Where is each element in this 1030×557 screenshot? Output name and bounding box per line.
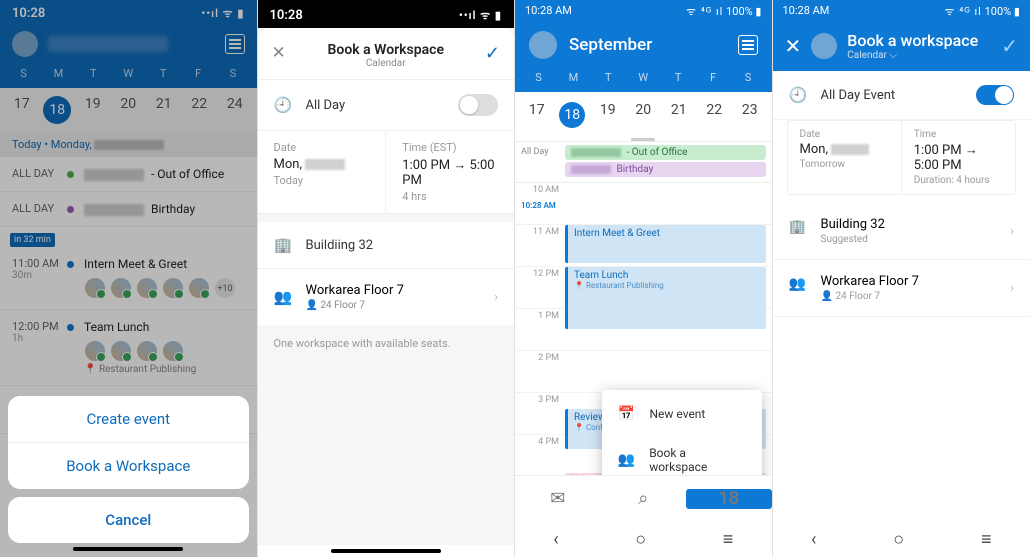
people-icon: 👥 (274, 288, 292, 306)
sheet-header: ✕ Book a Workspace Calendar ✓ (258, 28, 515, 80)
sheet-title: Book a Workspace (258, 42, 515, 58)
create-event-button[interactable]: Create event (8, 396, 249, 443)
date-time-row[interactable]: Date Mon, Tomorrow Time 1:00 PM → 5:00 P… (787, 120, 1017, 195)
sheet-subtitle: Calendar (258, 58, 515, 69)
people-icon: 👥 (618, 452, 638, 468)
cancel-button[interactable]: Cancel (8, 497, 249, 543)
chevron-right-icon: › (1010, 224, 1014, 239)
event-block[interactable]: Team Lunch📍 Restaurant Publishing (565, 267, 766, 329)
allday-event[interactable]: Birthday (565, 162, 766, 177)
weekday-row: SMTWTFS (515, 67, 772, 92)
allday-event[interactable]: - Out of Office (565, 145, 766, 160)
confirm-icon[interactable]: ✓ (485, 43, 500, 64)
day-view[interactable]: All Day - Out of Office Birthday 10:28 A… (515, 141, 772, 475)
building-icon: 🏢 (274, 236, 292, 254)
chevron-right-icon: › (1010, 281, 1014, 296)
all-day-row[interactable]: 🕘 All Day Event (773, 71, 1030, 120)
home-button[interactable]: ○ (635, 529, 646, 550)
building-icon: 🏢 (789, 219, 807, 235)
clock-icon: 🕘 (789, 86, 807, 104)
phone-ios-calendar: 10:28 ••ıl ᯤ ▮ SMTWTFS 17181920212224 To… (0, 0, 258, 557)
home-indicator[interactable] (331, 549, 441, 553)
date-selected: 18 (559, 102, 585, 128)
system-nav: ‹ ○ ≡ (773, 521, 1030, 557)
new-event-popup: 📅New event 👥Book a workspace (602, 390, 762, 475)
clock-icon: 🕘 (274, 96, 292, 114)
building-row[interactable]: 🏢 Building 32Suggested › (773, 203, 1030, 260)
system-nav: ‹ ○ ≡ (515, 521, 772, 557)
app-bar: ✕ Book a workspace Calendar ⌵ ✓ (773, 23, 1030, 71)
close-icon[interactable]: ✕ (785, 34, 802, 58)
title: Book a workspace (847, 31, 978, 50)
bottom-nav: ✉ ⌕ 18 (515, 475, 772, 521)
subtitle[interactable]: Calendar ⌵ (847, 50, 978, 61)
phone-android-calendar: 10:28 AM ᯤ ⁴ᴳ ıl 100% ▮ September SMTWTF… (515, 0, 773, 557)
new-event-button[interactable]: 📅New event (602, 394, 762, 434)
mail-tab[interactable]: ✉ (515, 476, 601, 521)
avatar[interactable] (529, 31, 557, 59)
avatar[interactable] (811, 33, 837, 59)
confirm-icon[interactable]: ✓ (1001, 34, 1018, 58)
phone-ios-book-workspace: 10:28••ıl ᯤ ▮ ✕ Book a Workspace Calenda… (258, 0, 516, 557)
status-bar: 10:28 AM ᯤ ⁴ᴳ ıl 100% ▮ (515, 0, 772, 23)
book-workspace-button[interactable]: 👥Book a workspace (602, 434, 762, 475)
all-day-toggle[interactable] (976, 85, 1014, 105)
workarea-row[interactable]: 👥 Workarea Floor 7 👤 24 Floor 7 › (258, 269, 515, 325)
now-indicator: 10:28 AM (521, 201, 556, 210)
all-day-row[interactable]: 🕘 All Day (258, 80, 515, 131)
building-row[interactable]: 🏢 Buildiing 32 (258, 222, 515, 269)
workarea-row[interactable]: 👥 Workarea Floor 7👤 24 Floor 7 › (773, 260, 1030, 317)
home-indicator[interactable] (73, 547, 183, 551)
date-row[interactable]: 17181920212223 (515, 92, 772, 134)
status-bar: 10:28 AM ᯤ ⁴ᴳ ıl 100% ▮ (773, 0, 1030, 23)
recents-button[interactable]: ≡ (981, 529, 992, 550)
agenda-icon[interactable] (738, 35, 758, 55)
all-day-toggle[interactable] (458, 94, 498, 116)
people-icon: 👥 (789, 276, 807, 292)
close-icon[interactable]: ✕ (272, 43, 286, 63)
book-workspace-button[interactable]: Book a Workspace (8, 443, 249, 489)
date-time-row[interactable]: Date Mon, Today Time (EST) 1:00 PM → 5:0… (258, 131, 515, 214)
event-block[interactable]: Intern Meet & Greet (565, 225, 766, 263)
action-sheet: Create event Book a Workspace Cancel (8, 396, 249, 555)
back-button[interactable]: ‹ (553, 529, 558, 550)
status-bar: 10:28••ıl ᯤ ▮ (258, 0, 515, 28)
chevron-right-icon: › (494, 290, 498, 305)
footer-hint: One workspace with available seats. (258, 325, 515, 545)
phone-android-book-workspace: 10:28 AM ᯤ ⁴ᴳ ıl 100% ▮ ✕ Book a workspa… (773, 0, 1030, 557)
back-button[interactable]: ‹ (811, 529, 816, 550)
calendar-plus-icon: 📅 (618, 406, 638, 422)
home-button[interactable]: ○ (893, 529, 904, 550)
month-title[interactable]: September (569, 35, 652, 55)
calendar-tab[interactable]: 18 (686, 476, 772, 521)
search-tab[interactable]: ⌕ (601, 476, 687, 521)
recents-button[interactable]: ≡ (723, 529, 734, 550)
